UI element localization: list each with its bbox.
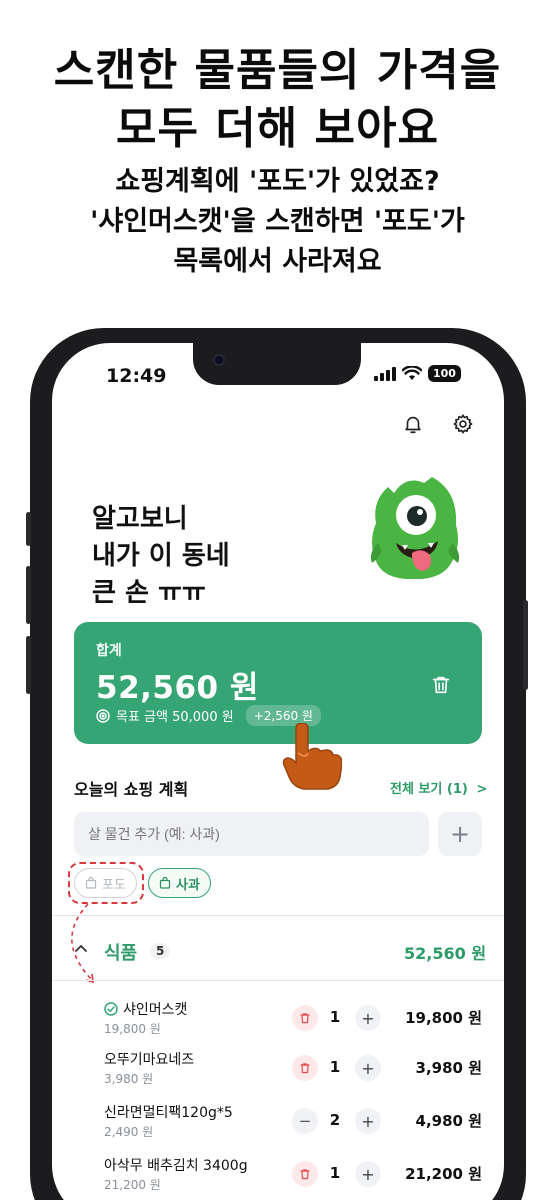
bell-icon [405,416,421,434]
phone-power-button [523,600,528,690]
item-name: 샤인머스캣 [104,999,187,1019]
trash-icon [300,1013,310,1024]
section-divider [52,915,504,916]
notification-button[interactable] [398,409,428,439]
item-name: 오뚜기마요네즈 [104,1049,194,1069]
category-title: 식품 [104,943,138,964]
signal-icon [374,366,396,381]
promo-title: 스캔한 물품들의 가격을 모두 더해 보아요 [0,42,555,158]
promo-subtitle-line-3: 목록에서 사라져요 [173,246,382,277]
item-total: 4,980 원 [415,1112,482,1130]
item-name: 아삭무 배추김치 3400g [104,1155,248,1175]
status-icons: 100 [374,365,461,382]
item-increase-button[interactable]: + [355,1005,381,1031]
target-icon [96,708,110,723]
promo-title-line-2: 모두 더해 보아요 [116,103,439,154]
trash-icon [300,1169,310,1180]
item-name-label: 오뚜기마요네즈 [104,1052,195,1068]
item-row: 신라면멀티팩120g*5 2,490 원 − 2 + 4,980 원 [52,1102,504,1154]
item-name-label: 신라면멀티팩120g*5 [104,1105,233,1121]
item-total: 3,980 원 [415,1059,482,1077]
promo-subtitle-line-1: 쇼핑계획에 '포도'가 있었죠? [115,166,440,197]
hero-message: 알고보니 내가 이 동네 큰 손 ㅠㅠ [92,501,230,612]
hero-line-2: 내가 이 동네 [92,541,230,571]
category-count-badge: 5 [150,943,171,959]
item-quantity: 1 [329,1008,341,1026]
hero-line-3: 큰 손 ㅠㅠ [92,578,206,608]
item-row: 샤인머스캣 19,800 원 1 + 19,800 원 [52,999,504,1051]
plan-chip-apple[interactable]: 사과 [148,868,211,898]
item-name-label: 아삭무 배추김치 3400g [104,1158,248,1174]
app-screen: 12:49 100 알고보니 내가 이 동네 큰 손 ㅠㅠ 합계 52,560 … [52,343,504,1200]
phone-volume-down-button [26,636,31,694]
see-all-label: 전체 보기 (1) [390,782,468,797]
item-quantity: 2 [329,1111,341,1129]
item-row: 아삭무 배추김치 3400g 21,200 원 1 + 21,200 원 [52,1155,504,1200]
monster-mascot-icon [370,477,460,579]
category-divider [52,980,504,981]
chevron-right-icon: > [476,782,488,797]
check-circle-icon [104,1002,118,1016]
trash-icon [432,676,450,694]
category-collapse-button[interactable] [74,940,88,959]
item-delete-button[interactable] [292,1055,318,1081]
summary-label: 합계 [96,643,122,659]
phone-volume-up-button [26,566,31,624]
item-unit-price: 19,800 원 [104,1022,161,1036]
summary-trash-button[interactable] [426,670,456,700]
item-increase-button[interactable]: + [355,1108,381,1134]
item-increase-button[interactable]: + [355,1161,381,1187]
pointing-hand-icon [282,723,342,790]
summary-card: 합계 52,560 원 목표 금액 50,000 원 +2,560 원 [74,622,482,744]
item-unit-price: 3,980 원 [104,1072,154,1086]
see-all-link[interactable]: 전체 보기 (1) > [390,778,487,797]
notch [193,343,361,385]
item-total: 21,200 원 [405,1165,482,1183]
item-name-label: 샤인머스캣 [123,1002,188,1018]
summary-goal-label: 목표 금액 50,000 원 [116,710,234,725]
promo-subtitle-line-2: '샤인머스캣'을 스캔하면 '포도'가 [90,206,465,237]
settings-button[interactable] [448,409,478,439]
item-increase-button[interactable]: + [355,1055,381,1081]
item-unit-price: 21,200 원 [104,1178,161,1192]
item-quantity: 1 [329,1058,341,1076]
item-quantity: 1 [329,1164,341,1182]
gear-icon [453,414,473,434]
promo-subtitle: 쇼핑계획에 '포도'가 있었죠? '샤인머스캣'을 스캔하면 '포도'가 목록에… [0,162,555,282]
phone-side-button [26,512,31,546]
item-unit-price: 2,490 원 [104,1125,154,1139]
chevron-up-icon [75,944,87,952]
item-delete-button[interactable] [292,1161,318,1187]
item-total: 19,800 원 [405,1009,482,1027]
hero-line-1: 알고보니 [92,504,188,534]
camera-icon [213,354,225,366]
item-name: 신라면멀티팩120g*5 [104,1102,233,1122]
bag-icon [159,877,171,889]
status-time: 12:49 [106,365,167,387]
plan-chip-label: 사과 [176,877,200,893]
promo-title-line-1: 스캔한 물품들의 가격을 [53,45,502,96]
item-delete-button[interactable] [292,1005,318,1031]
battery-indicator: 100 [428,365,461,382]
trash-icon [300,1063,310,1074]
shopping-plan-title: 오늘의 쇼핑 계획 [74,780,189,799]
wifi-icon [402,366,422,380]
add-item-input[interactable] [74,812,429,856]
item-row: 오뚜기마요네즈 3,980 원 1 + 3,980 원 [52,1049,504,1101]
category-total: 52,560 원 [404,944,487,963]
item-decrease-button[interactable]: − [292,1108,318,1134]
add-item-button[interactable]: + [438,812,482,856]
summary-total: 52,560 원 [96,670,259,706]
